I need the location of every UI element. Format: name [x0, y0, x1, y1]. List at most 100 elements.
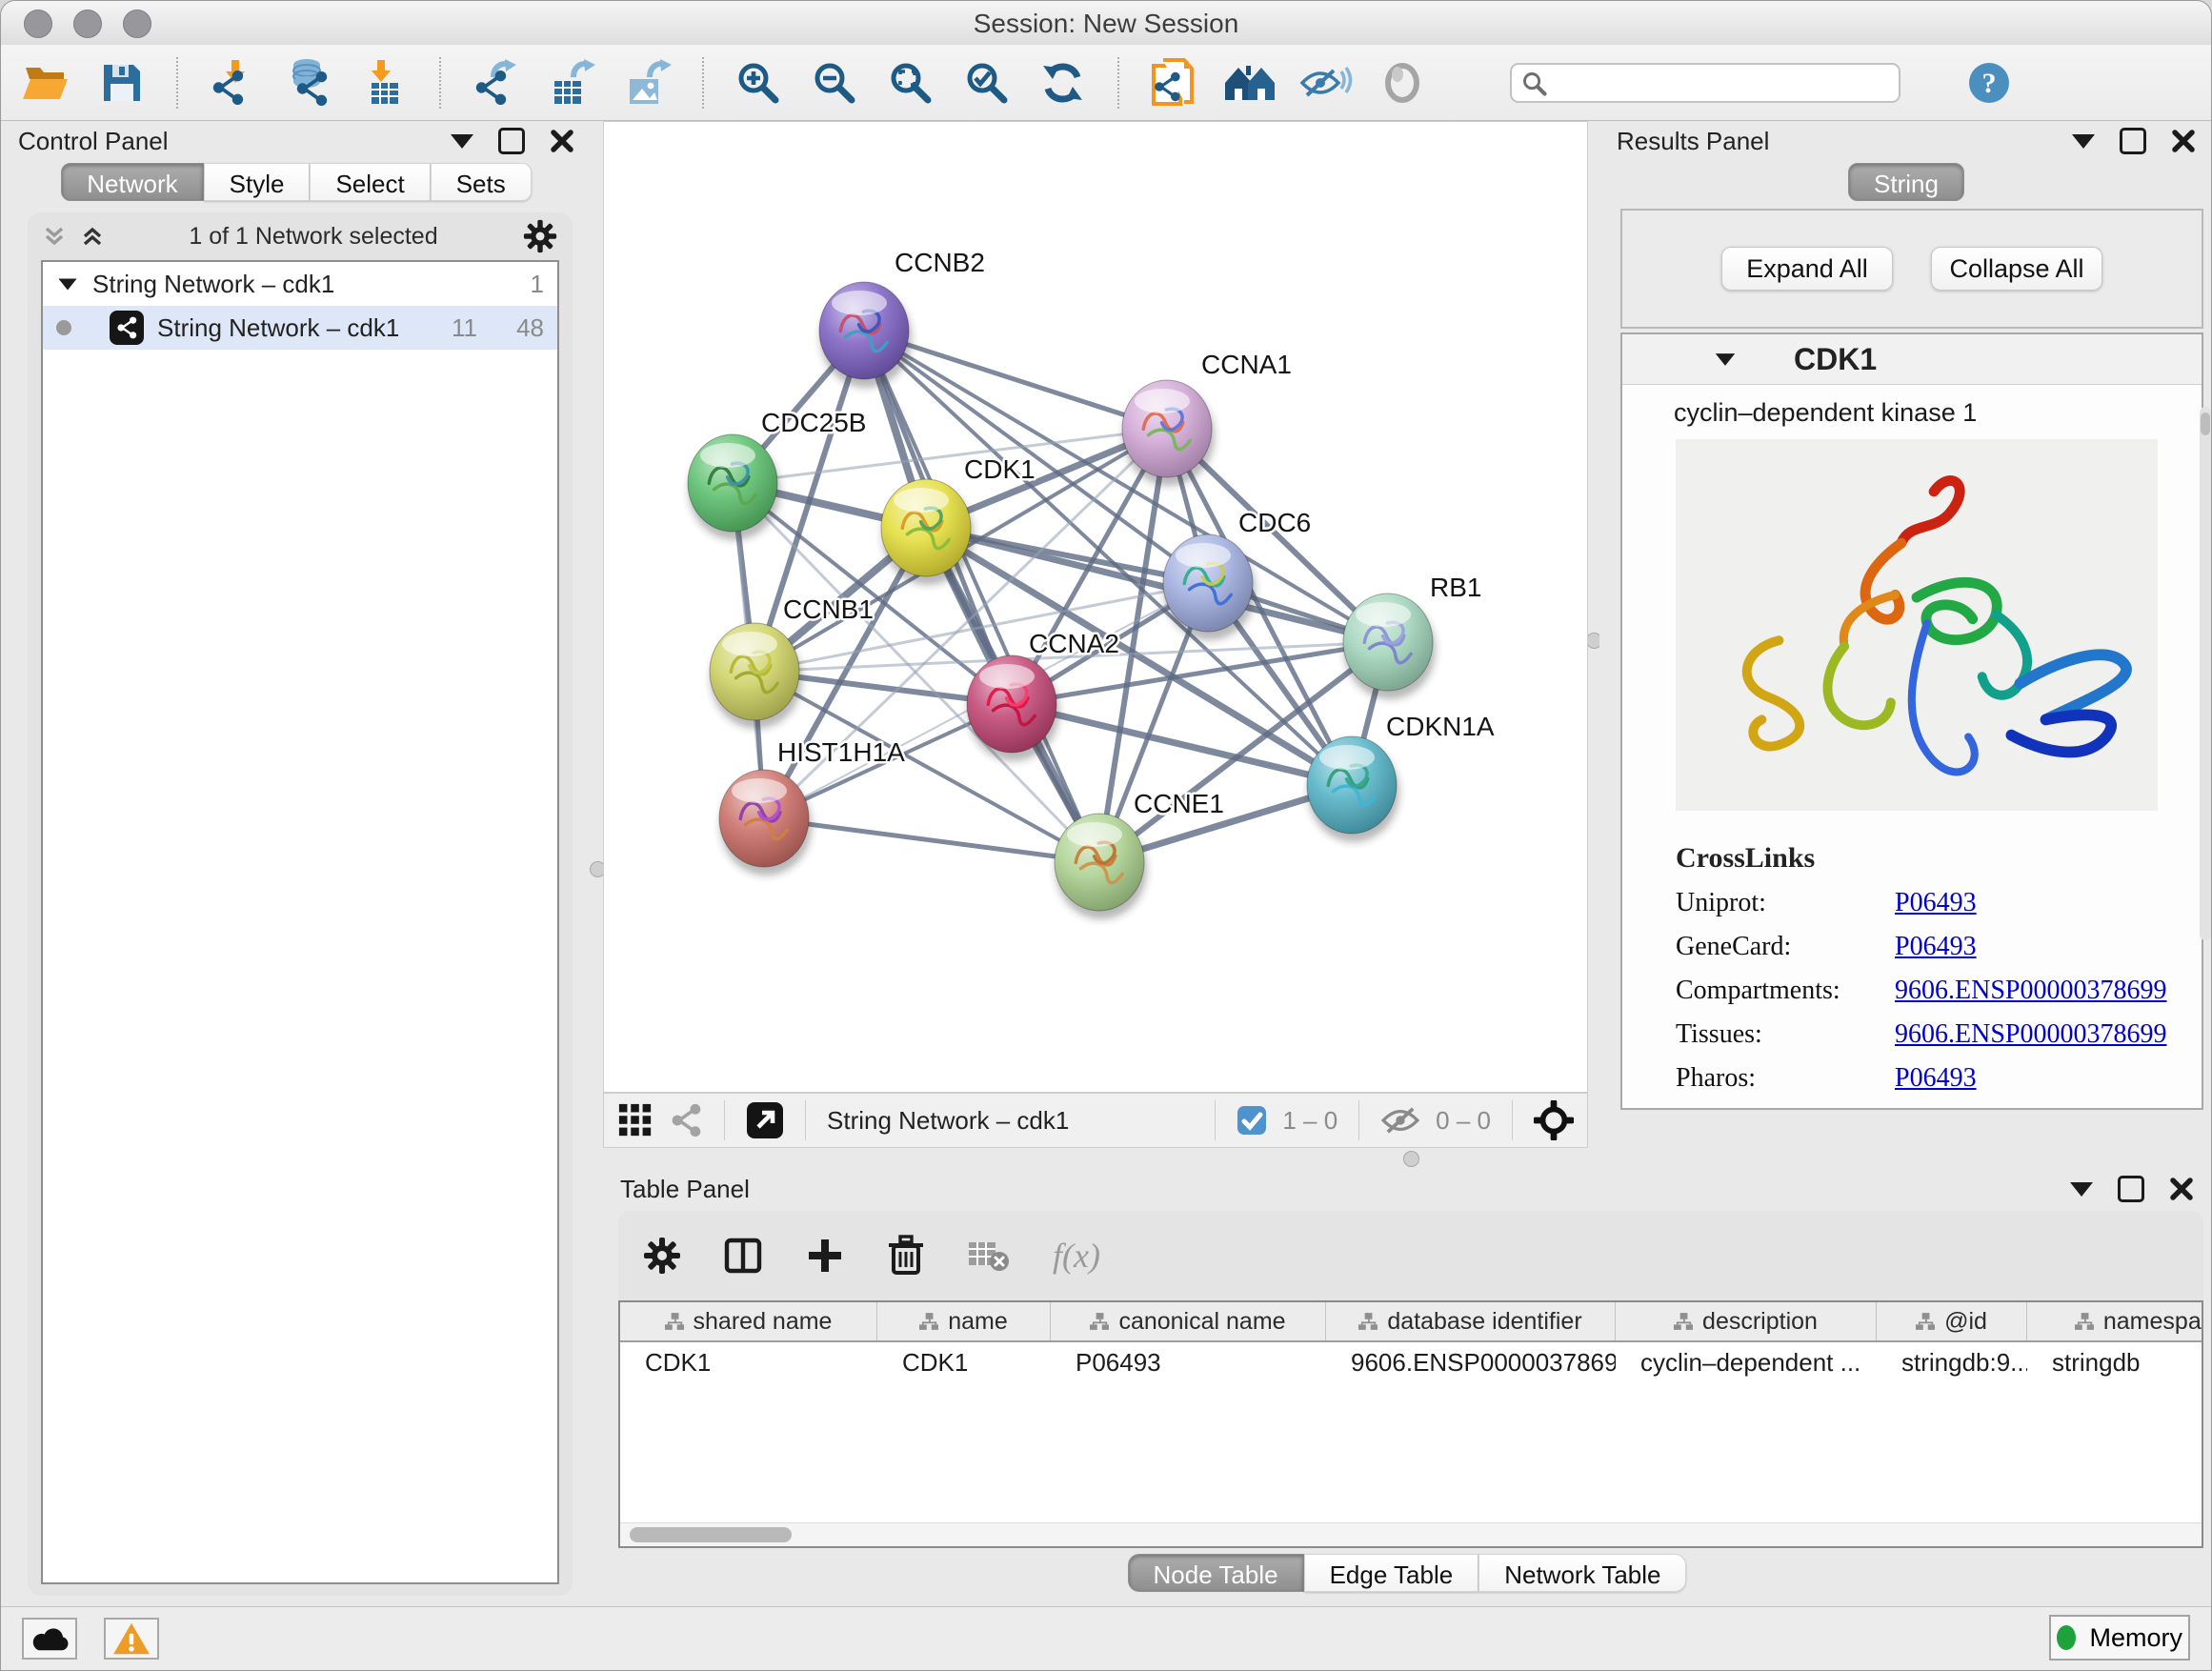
tab-network-table[interactable]: Network Table [1478, 1554, 1686, 1592]
tab-style[interactable]: Style [204, 163, 311, 201]
table-row[interactable]: CDK1CDK1P064939606.ENSP00000378699cyclin… [620, 1342, 2202, 1382]
zoom-out-button[interactable] [809, 57, 860, 109]
hide-selected-button[interactable] [1300, 57, 1352, 109]
table-cell[interactable]: cyclin–dependent ... [1616, 1348, 1877, 1378]
share-view-icon[interactable] [669, 1103, 703, 1137]
left-splitter[interactable] [592, 121, 603, 1607]
panel-float-icon[interactable] [498, 128, 525, 154]
network-row-selected[interactable]: String Network – cdk1 11 48 [43, 306, 557, 350]
collection-expand-icon[interactable] [58, 278, 76, 290]
table-cell[interactable]: stringdb [2027, 1348, 2203, 1378]
add-column-icon[interactable] [805, 1236, 845, 1276]
network-node-CCNB2[interactable]: CCNB2 [819, 248, 985, 388]
tab-edge-table[interactable]: Edge Table [1304, 1554, 1479, 1592]
table-hscrollbar-thumb[interactable] [630, 1527, 792, 1542]
panel-menu-icon[interactable] [2072, 134, 2095, 149]
panel-close-icon[interactable] [2169, 1177, 2194, 1201]
zoom-fit-button[interactable] [885, 57, 936, 109]
network-node-CDKN1A[interactable]: CDKN1A [1307, 712, 1495, 842]
network-node-HIST1H1A[interactable]: HIST1H1A [719, 737, 905, 876]
column-header--id[interactable]: @id [1877, 1302, 2027, 1340]
import-database-button[interactable] [283, 57, 334, 109]
delete-column-icon[interactable] [887, 1235, 925, 1277]
panel-menu-icon[interactable] [451, 134, 473, 149]
network-collection-row[interactable]: String Network – cdk1 1 [43, 262, 557, 306]
expand-all-button[interactable]: Expand All [1721, 247, 1893, 291]
network-node-RB1[interactable]: RB1 [1343, 573, 1481, 699]
save-session-button[interactable] [96, 57, 148, 109]
import-network-button[interactable] [207, 57, 258, 109]
zoom-selected-button[interactable] [961, 57, 1013, 109]
table-cell[interactable]: 9606.ENSP00000378699 [1326, 1348, 1616, 1378]
crosslink-link[interactable]: P06493 [1895, 1063, 1977, 1094]
table-cell[interactable]: P06493 [1051, 1348, 1326, 1378]
panel-close-icon[interactable] [2171, 129, 2196, 153]
panel-float-icon[interactable] [2120, 128, 2146, 154]
expand-all-icon[interactable] [81, 225, 104, 248]
delete-table-icon[interactable] [967, 1237, 1011, 1275]
horizontal-splitter-handle[interactable] [1403, 1151, 1419, 1167]
horizontal-splitter[interactable] [603, 1148, 2211, 1169]
clone-network-button[interactable] [1148, 57, 1199, 109]
memory-button[interactable]: Memory [2049, 1615, 2190, 1661]
table-hscrollbar[interactable] [620, 1522, 2202, 1546]
tab-node-table[interactable]: Node Table [1128, 1554, 1304, 1592]
results-scrollbar[interactable] [2200, 407, 2211, 940]
node-details-header[interactable]: CDK1 [1622, 334, 2202, 385]
network-options-gear-icon[interactable] [523, 219, 557, 253]
crosslink-link[interactable]: P06493 [1895, 932, 1977, 962]
table-cell[interactable]: CDK1 [620, 1348, 877, 1378]
function-builder-button[interactable]: f(x) [1053, 1236, 1100, 1276]
collapse-all-button[interactable]: Collapse All [1931, 247, 2102, 291]
selected-checkbox-icon[interactable] [1237, 1105, 1267, 1136]
network-canvas[interactable]: CCNB2CCNA1CDC25BCDK1CDC6RB1CCNB1CCNA2CDK… [603, 121, 1588, 1093]
panel-menu-icon[interactable] [2070, 1182, 2093, 1197]
help-button[interactable]: ? [1963, 57, 2015, 109]
cloud-status-button[interactable] [22, 1618, 77, 1660]
network-edge-CCNB2-CCNE1[interactable] [864, 331, 1099, 862]
table-settings-gear-icon[interactable] [643, 1237, 681, 1275]
panel-float-icon[interactable] [2118, 1176, 2144, 1202]
open-in-new-icon[interactable] [746, 1101, 784, 1139]
column-header-description[interactable]: description [1616, 1302, 1877, 1340]
crosslink-link[interactable]: P06493 [1895, 888, 1977, 918]
import-table-button[interactable] [359, 57, 411, 109]
export-table-button[interactable] [546, 57, 597, 109]
hidden-eye-slash-icon[interactable] [1380, 1105, 1420, 1136]
birdseye-crosshair-icon[interactable] [1534, 1100, 1574, 1140]
table-cell[interactable]: stringdb:9... [1877, 1348, 2027, 1378]
column-header-database-identifier[interactable]: database identifier [1326, 1302, 1616, 1340]
column-header-namespace[interactable]: namespace [2027, 1302, 2203, 1340]
tab-select[interactable]: Select [310, 163, 430, 201]
network-graph[interactable]: CCNB2CCNA1CDC25BCDK1CDC6RB1CCNB1CCNA2CDK… [604, 122, 1587, 1092]
panel-close-icon[interactable] [550, 129, 574, 153]
section-collapse-icon[interactable] [1716, 353, 1735, 366]
node-label-CDC6: CDC6 [1238, 508, 1311, 537]
network-edge-HIST1H1A-CCNE1[interactable] [764, 818, 1099, 862]
grid-view-icon[interactable] [617, 1102, 654, 1138]
network-node-CCNE1[interactable]: CCNE1 [1055, 789, 1224, 919]
warning-status-button[interactable] [104, 1618, 159, 1660]
tab-string[interactable]: String [1848, 163, 1964, 201]
column-header-canonical-name[interactable]: canonical name [1051, 1302, 1326, 1340]
show-all-button[interactable] [1377, 57, 1428, 109]
results-scrollbar-thumb[interactable] [2201, 413, 2210, 435]
crosslink-row: Pharos:P06493 [1676, 1063, 2202, 1094]
crosslink-link[interactable]: 9606.ENSP00000378699 [1895, 1019, 2166, 1050]
collapse-all-icon[interactable] [43, 225, 66, 248]
export-network-button[interactable] [470, 57, 521, 109]
export-image-button[interactable] [622, 57, 674, 109]
tab-network[interactable]: Network [61, 163, 203, 201]
open-session-button[interactable] [20, 57, 71, 109]
right-splitter[interactable] [1588, 121, 1599, 1148]
refresh-button[interactable] [1037, 57, 1089, 109]
show-columns-icon[interactable] [723, 1236, 763, 1276]
column-header-name[interactable]: name [877, 1302, 1051, 1340]
column-header-shared-name[interactable]: shared name [620, 1302, 877, 1340]
table-cell[interactable]: CDK1 [877, 1348, 1051, 1378]
first-neighbors-button[interactable] [1224, 57, 1276, 109]
tab-sets[interactable]: Sets [431, 163, 532, 201]
crosslink-link[interactable]: 9606.ENSP00000378699 [1895, 976, 2166, 1006]
zoom-in-button[interactable] [733, 57, 784, 109]
search-input[interactable] [1510, 63, 1900, 103]
